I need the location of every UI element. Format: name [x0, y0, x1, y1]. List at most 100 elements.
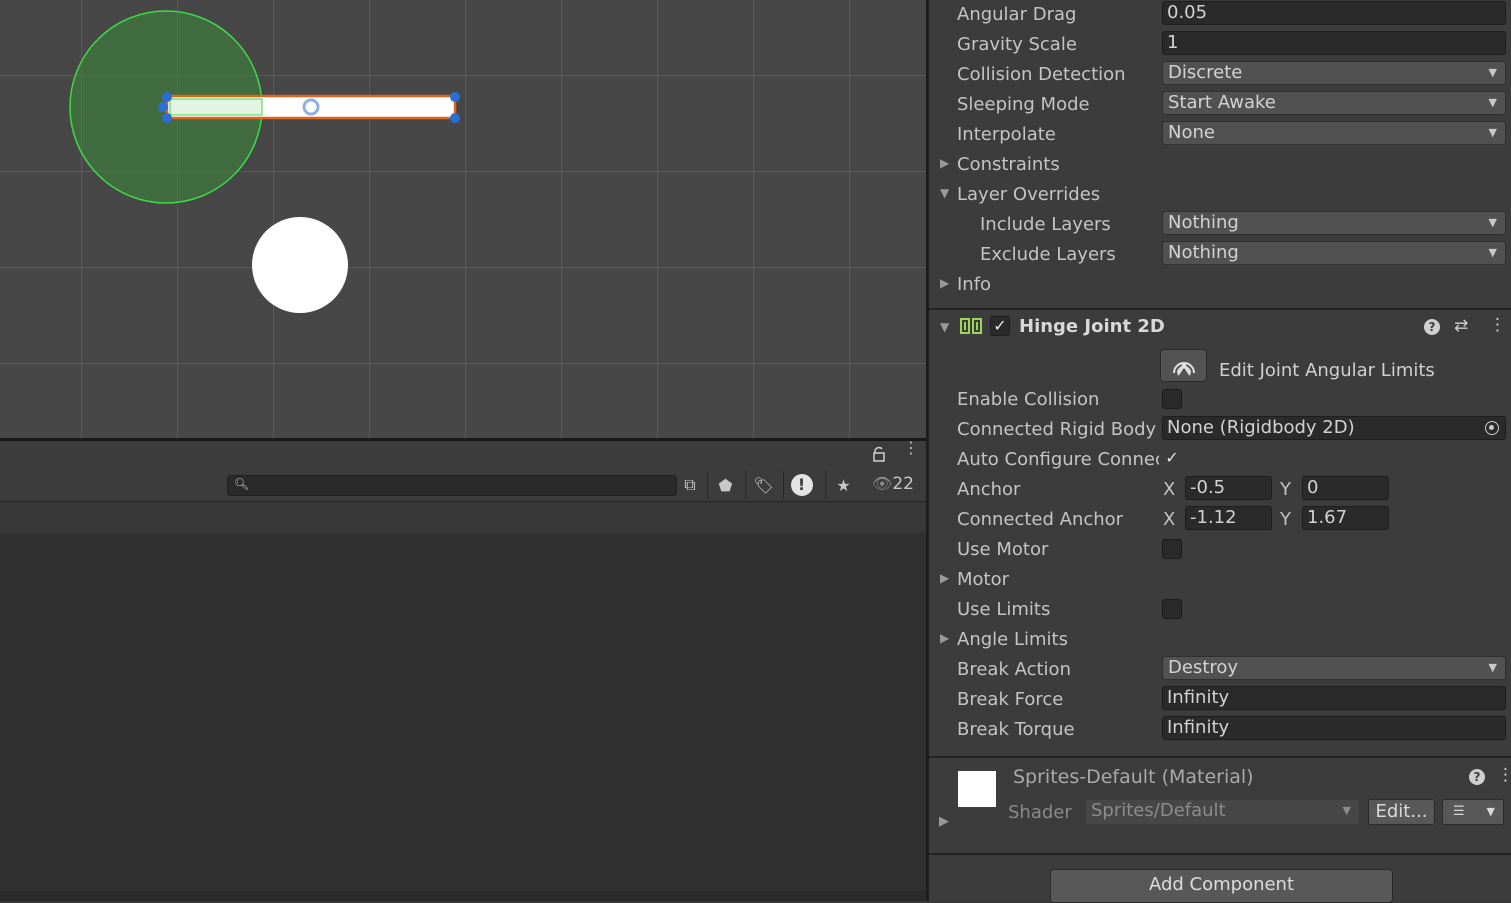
row-connected-anchor: Connected Anchor X -1.12 Y 1.67	[929, 505, 1511, 535]
anchor-x-input[interactable]: -0.5	[1185, 476, 1272, 500]
layer-overrides-label: Layer Overrides	[957, 184, 1101, 205]
break-force-input[interactable]: Infinity	[1162, 686, 1506, 710]
help-icon[interactable]: ?	[1424, 319, 1440, 335]
anchor-y-label: Y	[1280, 479, 1291, 500]
include-layers-dropdown[interactable]: Nothing ▼	[1162, 211, 1506, 235]
scene-view[interactable]	[0, 0, 926, 438]
enable-collision-label: Enable Collision	[957, 389, 1100, 410]
angular-limits-icon	[1172, 361, 1195, 376]
shapes-icon: ⬟	[718, 475, 733, 495]
break-torque-label: Break Torque	[957, 719, 1075, 740]
angular-drag-label: Angular Drag	[957, 4, 1077, 25]
help-icon[interactable]: ?	[1469, 769, 1485, 785]
sleeping-mode-dropdown[interactable]: Start Awake ▼	[1162, 91, 1506, 115]
hinge-joint-title: Hinge Joint 2D	[1019, 316, 1165, 337]
dropdown-arrow-icon: ▼	[1488, 216, 1497, 229]
dropdown-arrow-icon: ▼	[1488, 126, 1497, 139]
shader-options-button[interactable]: ☰ ▼	[1442, 799, 1504, 825]
hierarchy-row[interactable]	[0, 502, 926, 533]
handle-mid-left	[158, 102, 168, 112]
foldout-collapsed-icon: ▶	[940, 156, 950, 170]
preset-icon[interactable]: ⇄	[1454, 316, 1468, 336]
object-picker-icon[interactable]	[1485, 421, 1499, 435]
exclude-layers-value: Nothing	[1168, 242, 1239, 263]
info-foldout[interactable]: ▶ Info	[929, 270, 1511, 300]
connected-anchor-x-input[interactable]: -1.12	[1185, 506, 1272, 530]
interpolate-label: Interpolate	[957, 124, 1056, 145]
foldout-expanded-icon: ▼	[940, 320, 950, 334]
dropdown-arrow-icon: ▼	[1488, 96, 1497, 109]
include-layers-value: Nothing	[1168, 212, 1239, 233]
edit-angular-limits-button[interactable]	[1160, 349, 1207, 382]
sleeping-mode-label: Sleeping Mode	[957, 94, 1090, 115]
edit-shader-button[interactable]: Edit...	[1368, 799, 1435, 825]
use-limits-checkbox[interactable]	[1162, 599, 1182, 619]
angular-drag-input[interactable]: 0.05	[1162, 1, 1506, 25]
material-preview-thumbnail[interactable]	[958, 771, 996, 807]
auto-configure-label: Auto Configure Connec	[957, 449, 1159, 470]
tag-icon: 🏷︎	[753, 475, 774, 495]
row-anchor: Anchor X -0.5 Y 0	[929, 475, 1511, 505]
shader-dropdown[interactable]: Sprites/Default ▼	[1086, 800, 1359, 824]
lock-icon[interactable]	[872, 446, 886, 466]
sleeping-mode-value: Start Awake	[1168, 92, 1276, 113]
break-action-label: Break Action	[957, 659, 1071, 680]
hierarchy-list[interactable]	[0, 533, 926, 891]
auto-configure-checkbox[interactable]: ✓	[1162, 449, 1182, 469]
kebab-menu-icon[interactable]: ⋮	[1489, 315, 1506, 335]
add-component-button[interactable]: Add Component	[1050, 869, 1393, 903]
anchor-y-input[interactable]: 0	[1302, 476, 1389, 500]
shader-value: Sprites/Default	[1091, 800, 1226, 821]
row-break-force: Break Force Infinity	[929, 685, 1511, 715]
hinge-joint-enabled-checkbox[interactable]: ✓	[990, 316, 1010, 336]
connected-anchor-y-label: Y	[1280, 509, 1291, 530]
material-title: Sprites-Default (Material)	[1013, 766, 1254, 788]
star-icon: ★	[836, 475, 851, 495]
edit-angular-limits-label: Edit Joint Angular Limits	[1219, 360, 1435, 381]
section-divider	[929, 756, 1511, 758]
filter-type-button[interactable]: ⬟	[707, 471, 743, 499]
connected-rigid-body-field[interactable]: None (Rigidbody 2D)	[1162, 416, 1506, 440]
dropdown-arrow-icon: ▼	[1486, 805, 1495, 818]
anchor-x-label: X	[1163, 479, 1176, 500]
break-action-dropdown[interactable]: Destroy ▼	[1162, 656, 1506, 680]
break-force-label: Break Force	[957, 689, 1064, 710]
constraints-label: Constraints	[957, 154, 1060, 175]
filter-warning-button[interactable]: !	[783, 471, 819, 499]
foldout-collapsed-icon[interactable]: ▶	[939, 814, 949, 829]
kebab-menu-icon[interactable]: ⋮	[903, 440, 919, 456]
search-input[interactable]: 🔍︎	[227, 475, 677, 496]
popout-search-button[interactable]: ⧉	[672, 471, 708, 499]
material-section: Sprites-Default (Material) ? ⋮ ▶ Shader …	[929, 760, 1511, 838]
section-divider	[929, 308, 1511, 310]
gravity-scale-label: Gravity Scale	[957, 34, 1077, 55]
filter-label-button[interactable]: 🏷︎	[745, 471, 781, 499]
popout-icon: ⧉	[684, 475, 696, 494]
connected-rigid-body-label: Connected Rigid Body	[957, 419, 1157, 440]
favorites-button[interactable]: ★	[825, 471, 861, 499]
break-action-value: Destroy	[1168, 657, 1239, 678]
motor-foldout[interactable]: ▶ Motor	[929, 565, 1511, 595]
enable-collision-checkbox[interactable]	[1162, 389, 1182, 409]
use-motor-checkbox[interactable]	[1162, 539, 1182, 559]
gravity-scale-input[interactable]: 1	[1162, 31, 1506, 55]
angle-limits-foldout[interactable]: ▶ Angle Limits	[929, 625, 1511, 655]
connected-anchor-y-input[interactable]: 1.67	[1302, 506, 1389, 530]
layer-overrides-foldout[interactable]: ▼ Layer Overrides	[929, 180, 1511, 210]
dropdown-arrow-icon: ▼	[1488, 661, 1497, 674]
constraints-foldout[interactable]: ▶ Constraints	[929, 150, 1511, 180]
row-gravity-scale: Gravity Scale 1	[929, 30, 1511, 60]
kebab-menu-icon[interactable]: ⋮	[1497, 765, 1511, 785]
exclude-layers-dropdown[interactable]: Nothing ▼	[1162, 241, 1506, 265]
inspector-panel: Angular Drag 0.05 Gravity Scale 1 Collis…	[929, 0, 1511, 903]
foldout-collapsed-icon: ▶	[940, 631, 950, 645]
visibility-count[interactable]: 👁︎22	[872, 474, 914, 494]
collision-detection-dropdown[interactable]: Discrete ▼	[1162, 61, 1506, 85]
break-torque-input[interactable]: Infinity	[1162, 716, 1506, 740]
interpolate-dropdown[interactable]: None ▼	[1162, 121, 1506, 145]
row-use-motor: Use Motor	[929, 535, 1511, 565]
handle-bottom-right	[450, 113, 460, 123]
row-connected-rigid-body: Connected Rigid Body None (Rigidbody 2D)	[929, 415, 1511, 445]
hinge-joint-header[interactable]: ▼ ✓ Hinge Joint 2D ? ⇄ ⋮	[929, 312, 1511, 342]
exclude-layers-label: Exclude Layers	[980, 244, 1116, 265]
